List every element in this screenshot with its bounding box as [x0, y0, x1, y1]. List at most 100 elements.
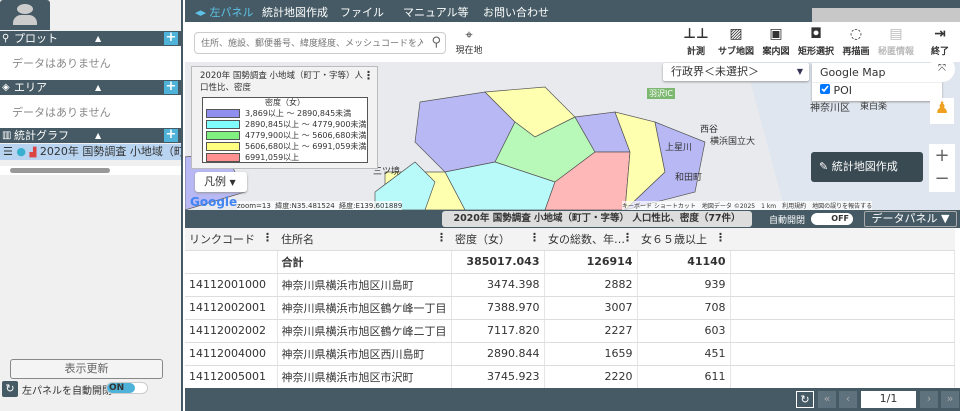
sub-map-icon: ▨	[729, 26, 743, 42]
table-row[interactable]: 14112004000 神奈川県横浜市旭区西川島町 2890.844 1659 451	[185, 342, 955, 366]
user-tab[interactable]	[0, 0, 50, 30]
cell-total: 2227	[544, 319, 638, 343]
pencil-icon: ✎	[819, 160, 829, 173]
reload-icon[interactable]: ↻	[796, 391, 814, 408]
guide-map-button[interactable]: ▣ 案内図	[757, 24, 795, 57]
cell-density: 7388.970	[451, 296, 545, 320]
column-menu-icon[interactable]: ⋮	[715, 231, 726, 244]
col-female-total[interactable]: 女の総数、年… ⋮	[544, 228, 637, 251]
table-header: リンクコード ⋮ 住所名 ⋮ 密度（女） ⋮ 女の総数、年… ⋮ 女６５歳以上 ⋮	[185, 228, 955, 251]
cell-density: 2890.844	[451, 342, 545, 366]
table-row[interactable]: 14112005001 神奈川県横浜市旭区市沢町 3745.923 2220 611	[185, 365, 955, 389]
search-icon[interactable]: ⚲	[431, 35, 441, 50]
nav-map-create[interactable]: 統計地図作成	[262, 4, 328, 20]
ruler-icon: ⊥⊥	[683, 26, 709, 42]
column-menu-icon[interactable]: ⋮	[529, 231, 540, 244]
bar-chart-icon: ▥	[2, 130, 12, 141]
first-page-button[interactable]: «	[818, 391, 836, 408]
legend-item: 4779,900以上 ～ 5606,680未満	[203, 130, 367, 141]
circle-icon: ●	[16, 145, 26, 158]
auto-open-toggle[interactable]: OFF	[811, 213, 853, 225]
legend-swatch	[206, 142, 240, 151]
prev-page-button[interactable]: ‹	[839, 391, 857, 408]
secret-info-icon: ▤	[889, 26, 903, 42]
cell-name: 神奈川県横浜市旭区鶴ケ峰一丁目	[277, 296, 452, 320]
column-menu-icon[interactable]: ⋮	[262, 231, 273, 244]
crosshair-icon: ⌖	[465, 28, 473, 43]
table-row[interactable]: 14112001000 神奈川県横浜市旭区川島町 3474.398 2882 939	[185, 273, 955, 297]
street-view-pegman-icon[interactable]: ♟	[930, 98, 954, 124]
redraw-button[interactable]: ◌ 再描画	[837, 24, 875, 57]
map-label: 和田町	[675, 173, 703, 183]
data-panel-button[interactable]: データパネル ▼	[864, 211, 957, 227]
section-area: ◈ エリア ▲ +	[0, 80, 181, 95]
zoom-out-button[interactable]: −	[929, 168, 955, 192]
rect-select-button[interactable]: ◘ 矩形選択	[797, 24, 835, 57]
add-plot-button[interactable]: +	[164, 31, 178, 45]
table-row[interactable]: 14112002001 神奈川県横浜市旭区鶴ケ峰一丁目 7388.970 3007 70…	[185, 296, 955, 320]
map-label: 神奈川区	[810, 103, 850, 114]
create-map-button[interactable]: ✎ 統計地図作成	[811, 152, 923, 182]
cell-over65: 603	[637, 319, 731, 343]
collapse-icon[interactable]: ▲	[95, 128, 101, 143]
menu-icon[interactable]: ☰	[3, 145, 13, 158]
col-female-65[interactable]: 女６５歳以上 ⋮	[637, 228, 730, 251]
cell-code: 14112001000	[185, 273, 278, 297]
legend-menu-icon[interactable]: ⋮	[363, 69, 374, 82]
cell-total: 2882	[544, 273, 638, 297]
legend-item: 2890,845以上 ～ 4779,900未満	[203, 119, 367, 130]
col-density[interactable]: 密度（女） ⋮	[451, 228, 544, 251]
cell-name: 神奈川県横浜市旭区川島町	[277, 273, 452, 297]
data-panel-title: 2020年 国勢調査 小地域（町丁・字等） 人口性比、密度（77件）	[442, 211, 752, 227]
nav-spacer	[812, 8, 960, 22]
map-attribution: キーボード ショートカット 地図データ ©2025 1 km 利用規約 地図の誤…	[622, 201, 873, 210]
cell-code: 14112002001	[185, 296, 278, 320]
collapse-icon[interactable]: ▲	[95, 80, 101, 95]
zoom-in-button[interactable]: +	[929, 144, 955, 168]
column-menu-icon[interactable]: ⋮	[622, 231, 633, 244]
search-input[interactable]	[195, 33, 423, 53]
last-page-button[interactable]: »	[941, 391, 959, 408]
cell-density: 7117.820	[451, 319, 545, 343]
total-row[interactable]: 合計 385017.043 126914 41140	[185, 250, 955, 274]
cell-name: 神奈川県横浜市旭区西川島町	[277, 342, 452, 366]
map-label: 上星川	[665, 143, 693, 153]
measure-button[interactable]: ⊥⊥ 計測	[677, 24, 715, 57]
top-nav: ◂▸ 左パネル 統計地図作成 ファイル マニュアル等 お問い合わせ	[185, 0, 960, 22]
nav-contact[interactable]: お問い合わせ	[483, 4, 549, 20]
col-address[interactable]: 住所名 ⋮	[277, 228, 451, 251]
nav-manual[interactable]: マニュアル等	[403, 4, 469, 20]
toolbar: ⚲ ⌖現在地 ⊥⊥計測 ▨サブ地図 ▣案内図 ◘矩形選択 ◌再描画 ▤秘匿情報 …	[185, 22, 960, 62]
col-link-code[interactable]: リンクコード ⋮	[185, 228, 277, 251]
map[interactable]: 羽沢IC 神奈川区 東白楽 西谷 上星川 和田町 三ツ境 横浜国立大 2020年…	[185, 62, 960, 210]
google-logo: Google	[190, 195, 238, 209]
add-graph-button[interactable]: +	[164, 128, 178, 142]
poi-checkbox[interactable]: POI	[812, 83, 942, 98]
cell-total: 3007	[544, 296, 638, 320]
column-menu-icon[interactable]: ⋮	[436, 231, 447, 244]
cell-over65: 451	[637, 342, 731, 366]
legend-swatch	[206, 120, 240, 129]
left-auto-toggle[interactable]: ON	[106, 382, 148, 394]
left-panel-toggle[interactable]: ◂▸ 左パネル	[195, 4, 254, 20]
current-location-button[interactable]: ⌖ 現在地	[453, 28, 485, 56]
left-panel: ⚲ プロット ▲ + データはありません ◈ エリア ▲ + データはありません ▥ 統計グラ…	[0, 0, 183, 411]
add-area-button[interactable]: +	[164, 80, 178, 94]
admin-boundary-select[interactable]: 行政界＜未選択＞ ▼	[663, 63, 809, 81]
collapse-icon[interactable]: ▲	[95, 31, 101, 46]
map-label: 羽沢IC	[647, 88, 675, 99]
graph-list-item[interactable]: ☰ ● ▟ 2020年 国勢調査 小地域（町丁・字等）	[0, 144, 181, 160]
refresh-display-button[interactable]: 表示更新	[10, 359, 163, 379]
map-label: 横浜国立大	[710, 137, 756, 147]
sub-map-button[interactable]: ▨ サブ地図	[717, 24, 755, 57]
auto-toggle-icon[interactable]: ↻	[2, 381, 18, 397]
next-page-button[interactable]: ›	[920, 391, 938, 408]
nav-file[interactable]: ファイル	[340, 4, 384, 20]
legend-toggle-button[interactable]: 凡例 ▼	[195, 172, 247, 192]
exit-button[interactable]: ⇥ 終了	[921, 24, 959, 57]
horizontal-scrollbar[interactable]	[0, 166, 181, 175]
layer-title: Google Map	[812, 63, 942, 83]
page-input[interactable]: 1/1	[861, 391, 916, 408]
secret-info-button[interactable]: ▤ 秘匿情報	[877, 24, 915, 57]
table-row[interactable]: 14112002002 神奈川県横浜市旭区鶴ケ峰二丁目 7117.820 2227 60…	[185, 319, 955, 343]
